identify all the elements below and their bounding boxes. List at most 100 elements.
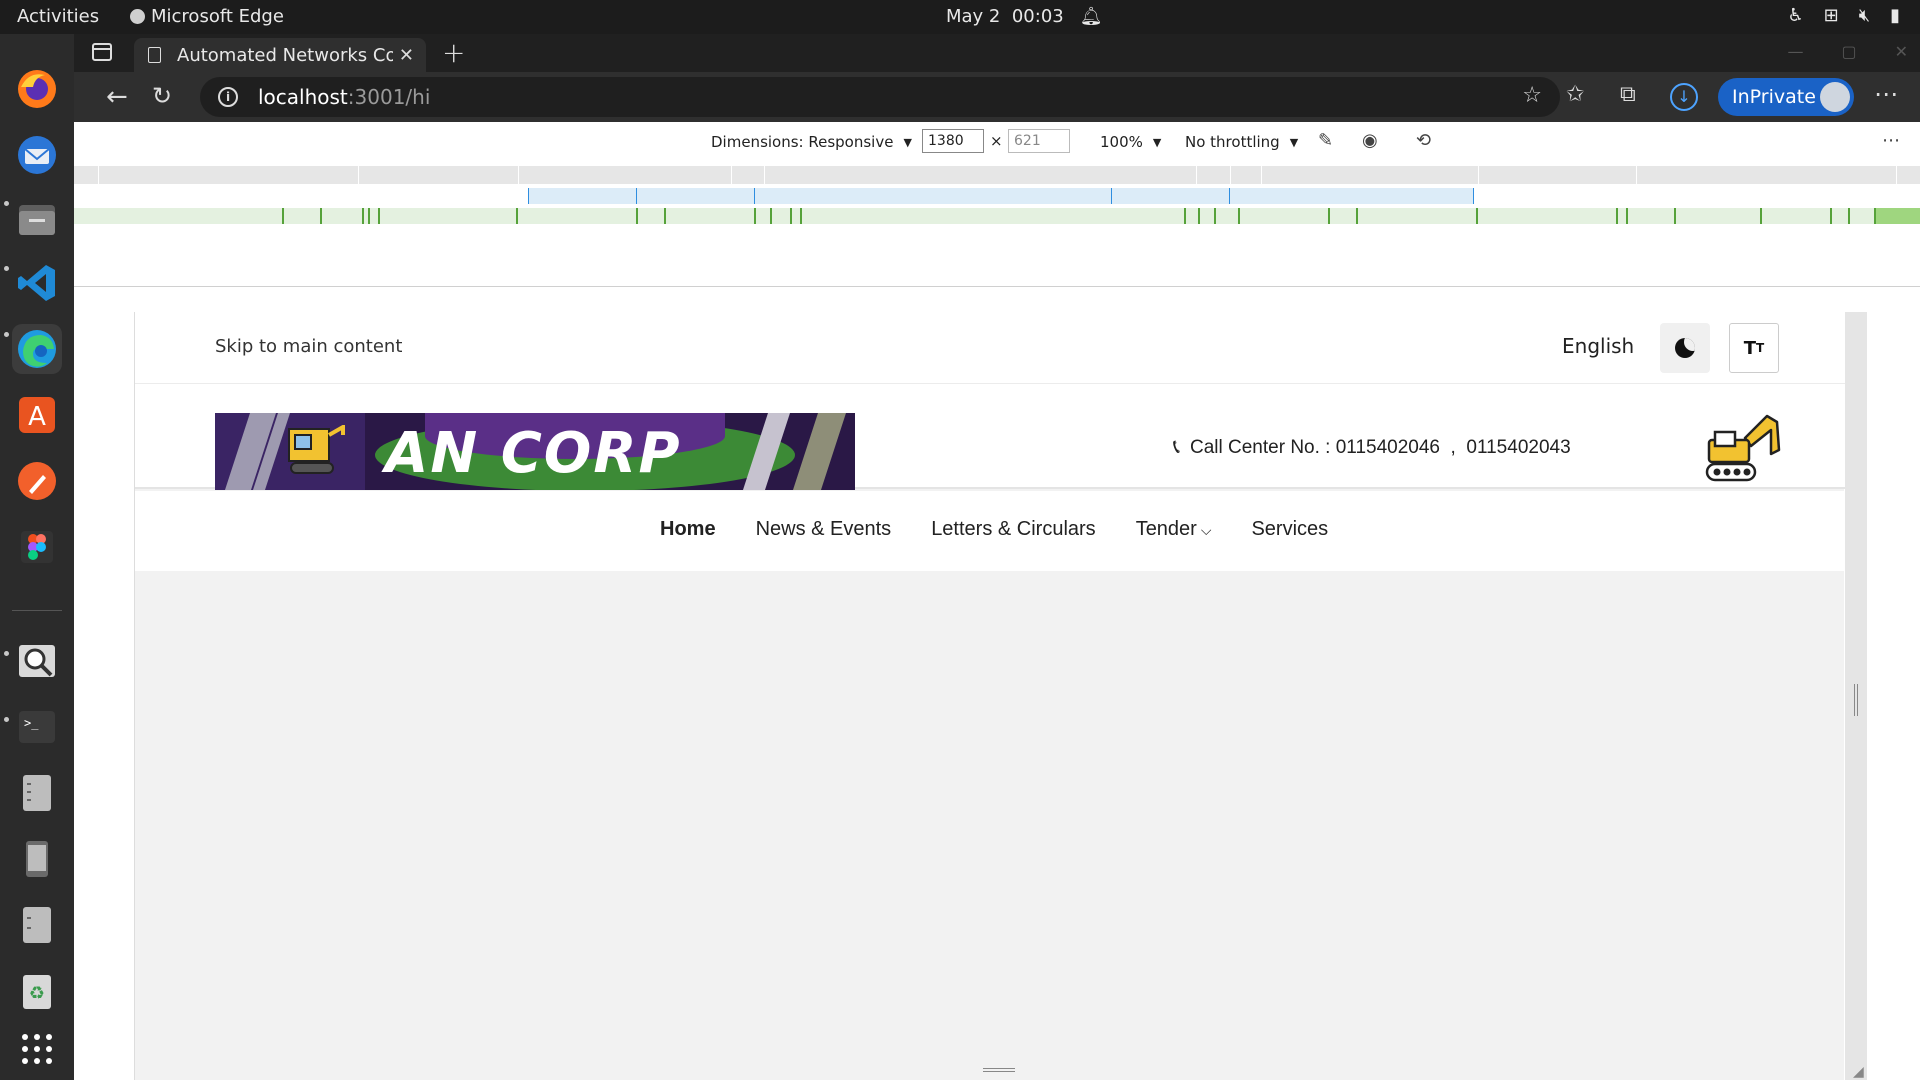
url-path: :3001/hi — [347, 85, 431, 109]
tab-strip: Automated Networks Cor ✕ + — ▢ ✕ — [74, 34, 1920, 72]
text-editor-icon[interactable] — [12, 768, 62, 818]
logo-stripe — [788, 413, 850, 490]
favorites-icon[interactable]: ✩ — [1566, 82, 1584, 107]
edge-app-icon — [130, 9, 145, 24]
document-icon[interactable] — [12, 900, 62, 950]
excavator-icon — [1705, 414, 1781, 482]
terminal-icon[interactable]: >_ — [12, 702, 62, 752]
app-menu[interactable]: Microsoft Edge — [130, 6, 284, 27]
nav-services[interactable]: Services — [1251, 518, 1328, 541]
files-icon[interactable] — [12, 194, 62, 244]
notification-bell-icon: 🔔︎ — [1079, 6, 1103, 27]
minimize-icon[interactable]: — — [1787, 42, 1803, 61]
dark-mode-button[interactable] — [1660, 323, 1710, 373]
tab-close-icon[interactable]: ✕ — [399, 45, 414, 66]
close-window-icon[interactable]: ✕ — [1895, 42, 1908, 61]
site-info-icon[interactable]: i — [218, 87, 238, 107]
call-center-number-2[interactable]: 0115402043 — [1466, 437, 1570, 458]
text-size-button[interactable]: TT — [1729, 323, 1779, 373]
throttling-select[interactable]: No throttling ▼ — [1185, 133, 1298, 151]
clock-date-time: May 2 00:03 — [946, 6, 1064, 27]
inprivate-button[interactable]: InPrivate — [1718, 78, 1854, 116]
running-indicator — [4, 201, 9, 206]
call-center-number-1[interactable]: Call Center No. : 0115402046 — [1190, 437, 1440, 458]
firefox-icon[interactable] — [12, 64, 62, 114]
language-select[interactable]: English — [1562, 334, 1634, 358]
nav-news-events[interactable]: News & Events — [756, 518, 892, 541]
nav-items: Home News & Events Letters & Circulars T… — [660, 518, 1328, 541]
text-size-label: T — [1743, 337, 1757, 359]
site-logo[interactable]: AN CORP — [215, 413, 855, 490]
media-query-row-min[interactable] — [74, 208, 1920, 224]
excavator-badge-icon — [288, 425, 345, 474]
dock: A >_ ♻ — [0, 34, 74, 1080]
viewport-resize-handle-right[interactable] — [1845, 312, 1867, 1080]
tab-actions-icon[interactable] — [92, 43, 112, 61]
dimensions-select[interactable]: Dimensions: Responsive ▼ — [711, 133, 912, 151]
color-picker-icon[interactable] — [12, 456, 62, 506]
skip-to-content-link[interactable]: Skip to main content — [215, 336, 402, 357]
viewport-resize-corner-icon[interactable]: ◢ — [1853, 1064, 1864, 1080]
browser-toolbar: ← ↻ i localhost:3001/hi ☆ ✩ ⧉ ↓ InPrivat… — [74, 72, 1920, 122]
media-query-row-range[interactable] — [528, 188, 1474, 204]
add-favorite-icon[interactable]: ☆ — [1522, 83, 1542, 108]
volume-muted-icon[interactable]: 🔇︎ — [1859, 5, 1870, 26]
nav-tender[interactable]: Tender ⌵ — [1136, 518, 1212, 541]
battery-icon[interactable]: ▮ — [1890, 5, 1900, 26]
nav-home[interactable]: Home — [660, 518, 716, 541]
trash-icon[interactable]: ♻ — [12, 966, 62, 1016]
app-center-icon[interactable]: A — [12, 390, 62, 440]
eyedropper-icon[interactable]: ✎ — [1318, 130, 1333, 151]
dock-separator — [12, 610, 62, 611]
device-icon[interactable] — [12, 834, 62, 884]
edge-icon[interactable] — [12, 324, 62, 374]
url-text[interactable]: localhost:3001/hi — [258, 85, 430, 109]
system-top-bar: Activities Microsoft Edge May 2 00:03 🔔︎… — [0, 0, 1920, 34]
image-viewer-icon[interactable] — [12, 636, 62, 686]
show-apps-icon[interactable] — [12, 1024, 62, 1074]
back-arrow-icon[interactable]: ← — [106, 82, 128, 112]
nav-tender-label: Tender — [1135, 518, 1197, 540]
activities-button[interactable]: Activities — [17, 6, 99, 27]
emulated-page: Skip to main content English TT AN CORP … — [134, 312, 1867, 1080]
system-tray[interactable]: ♿︎ ⊞ 🔇︎ ▮ — [1788, 5, 1900, 26]
zoom-label: 100% — [1100, 133, 1143, 151]
phone-icon: 📞︎ — [1173, 436, 1180, 458]
address-bar[interactable]: i localhost:3001/hi ☆ — [200, 77, 1560, 117]
viewport-resize-handle-bottom[interactable] — [983, 1068, 1015, 1072]
logo-text: AN CORP — [385, 421, 682, 486]
thunderbird-icon[interactable] — [12, 130, 62, 180]
page-icon — [148, 47, 161, 63]
zoom-select[interactable]: 100% ▼ — [1100, 133, 1161, 151]
settings-more-icon[interactable]: ⋯ — [1874, 80, 1898, 108]
resize-grip-icon — [1854, 684, 1858, 716]
svg-text:A: A — [28, 402, 46, 432]
tab-title: Automated Networks Cor — [177, 44, 393, 66]
height-input[interactable]: 621 — [1008, 129, 1070, 153]
media-query-row-max[interactable] — [74, 166, 1920, 184]
vscode-icon[interactable] — [12, 258, 62, 308]
rotate-icon[interactable]: ⟲ — [1416, 130, 1431, 151]
nav-letters-circulars[interactable]: Letters & Circulars — [931, 518, 1096, 541]
chevron-down-icon: ⌵ — [1200, 522, 1212, 538]
maximize-icon[interactable]: ▢ — [1841, 42, 1856, 61]
collections-icon[interactable]: ⧉ — [1620, 82, 1636, 107]
clock[interactable]: May 2 00:03 🔔︎ — [946, 6, 1103, 27]
running-indicator — [4, 717, 9, 722]
emulated-viewport-area: Skip to main content English TT AN CORP … — [74, 288, 1920, 1080]
accessibility-icon[interactable]: ♿︎ — [1788, 5, 1804, 26]
window-controls: — ▢ ✕ — [1787, 42, 1908, 61]
running-indicator — [4, 651, 9, 656]
device-toolbar-more-icon[interactable]: ⋯ — [1882, 130, 1900, 151]
width-input[interactable]: 1380 — [922, 129, 984, 153]
url-host: localhost — [258, 85, 348, 109]
new-tab-button[interactable]: + — [442, 36, 465, 69]
running-indicator — [4, 266, 9, 271]
figma-icon[interactable] — [12, 522, 62, 572]
tab-active[interactable]: Automated Networks Cor ✕ — [134, 38, 426, 72]
reload-icon[interactable]: ↻ — [152, 82, 172, 110]
running-indicator — [4, 332, 9, 337]
network-icon[interactable]: ⊞ — [1824, 5, 1839, 26]
downloads-icon[interactable]: ↓ — [1670, 83, 1698, 111]
vision-deficiency-icon[interactable]: ◉ — [1362, 130, 1378, 151]
